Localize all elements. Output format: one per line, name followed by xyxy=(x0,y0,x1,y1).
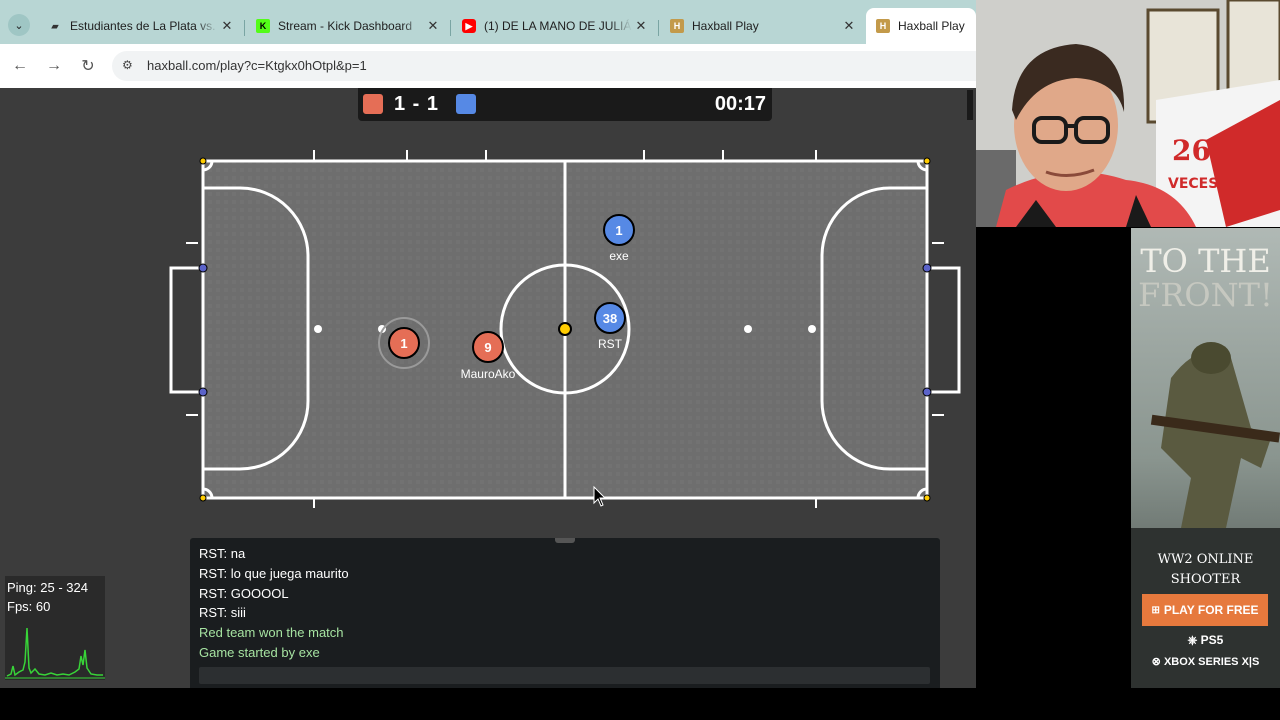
tab-kick-dashboard[interactable]: K Stream - Kick Dashboard ✕ xyxy=(246,10,448,42)
ad-platform-xbox: ⊗ XBOX SERIES X|S xyxy=(1131,655,1280,668)
ping-text: Ping: 25 - 324 xyxy=(7,580,88,595)
tab-title: Haxball Play xyxy=(692,19,759,33)
url-text: haxball.com/play?c=Ktgkx0hOtpl&p=1 xyxy=(147,58,367,73)
reload-icon: ↻ xyxy=(81,58,95,75)
ad-subtitle: WW2 ONLINE SHOOTER xyxy=(1131,550,1280,590)
close-icon[interactable]: ✕ xyxy=(840,18,858,34)
back-button[interactable]: ← xyxy=(8,54,32,78)
tab-haxball-active[interactable]: H Haxball Play xyxy=(866,8,976,44)
advertisement[interactable]: TO THE FRONT! WW2 ONLINE SHOOTER ⊞ PLAY … xyxy=(1131,228,1280,688)
tab-separator xyxy=(450,20,451,36)
chat-resize-handle[interactable] xyxy=(555,538,575,543)
tab-title: (1) DE LA MANO DE JULIÁN xyxy=(484,19,632,33)
player-number: 1 xyxy=(400,336,407,351)
forward-button[interactable]: → xyxy=(42,54,66,78)
ad-platform-xbox-label: XBOX SERIES X|S xyxy=(1163,656,1260,668)
svg-text:VECES: VECES xyxy=(1168,176,1218,192)
tab-title: Haxball Play xyxy=(898,19,965,33)
chat-notice: Red team won the match xyxy=(199,625,344,641)
site-settings-icon[interactable]: ⚙ xyxy=(122,58,133,72)
player-name: exe xyxy=(609,249,629,263)
haxball-game[interactable]: 1 - 1 00:17 1 9 MauroAko 1 exe 38 RST RS… xyxy=(0,88,976,688)
address-bar[interactable]: ⚙ haxball.com/play?c=Ktgkx0hOtpl&p=1 xyxy=(112,51,976,81)
svg-text:26: 26 xyxy=(1172,134,1211,167)
ad-subtitle-line2: SHOOTER xyxy=(1170,572,1241,587)
chat-message: RST: siii xyxy=(199,605,246,621)
chat-notice: Game started by exe xyxy=(199,644,320,660)
ball xyxy=(558,322,572,336)
pitch: 1 9 MauroAko 1 exe 38 RST xyxy=(169,150,961,508)
tab-title: Estudiantes de La Plata vs. R xyxy=(70,19,218,33)
player-name: MauroAko xyxy=(461,367,516,381)
ad-cta-label: PLAY FOR FREE xyxy=(1163,603,1259,617)
tab-strip: ⌄ ▰ Estudiantes de La Plata vs. R ✕ K St… xyxy=(0,6,976,44)
webcam-feed: 26 VECES xyxy=(976,0,1280,227)
ad-headline-line2: FRONT! xyxy=(1138,276,1273,314)
chat-message: RST: na xyxy=(199,546,246,561)
reload-button[interactable]: ↻ xyxy=(76,54,100,78)
webcam-overlay: 26 VECES xyxy=(976,0,1280,227)
ad-platform-ps5-label: PS5 xyxy=(1200,633,1224,647)
fps-text: Fps: 60 xyxy=(7,599,51,614)
chat-log: RST: na RST: lo que juega maurito RST: G… xyxy=(199,544,349,663)
youtube-icon: ▶ xyxy=(462,19,476,33)
tv-icon: ▰ xyxy=(51,20,59,31)
close-icon[interactable]: ✕ xyxy=(218,18,236,34)
arrow-right-icon: → xyxy=(46,57,62,74)
player-name: RST xyxy=(598,337,623,351)
tab-title: Stream - Kick Dashboard xyxy=(278,19,413,33)
windows-icon: ⊞ xyxy=(1151,604,1160,616)
player-number: 1 xyxy=(615,223,622,238)
tab-separator xyxy=(658,20,659,36)
ad-subtitle-line1: WW2 ONLINE xyxy=(1157,552,1254,567)
chat-message: RST: GOOOOL xyxy=(199,585,289,601)
ad-headline: TO THE FRONT! xyxy=(1131,244,1280,312)
player-blue-38: 38 RST xyxy=(594,302,626,351)
ping-graph xyxy=(5,627,105,679)
ad-play-button[interactable]: ⊞ PLAY FOR FREE xyxy=(1142,594,1268,626)
tab-separator xyxy=(244,20,245,36)
ad-platform-ps5: ⎈ PS5 xyxy=(1131,633,1280,648)
chat-panel: RST: na RST: lo que juega maurito RST: G… xyxy=(190,538,940,688)
tab-haxball-1[interactable]: H Haxball Play ✕ xyxy=(660,10,864,42)
ad-headline-line1: TO THE xyxy=(1140,242,1271,280)
arrow-left-icon: ← xyxy=(12,57,28,74)
tab-youtube[interactable]: ▶ (1) DE LA MANO DE JULIÁN ✕ xyxy=(452,10,656,42)
chat-input[interactable] xyxy=(199,667,930,684)
haxball-icon: H xyxy=(876,19,890,33)
network-stats: Ping: 25 - 324 Fps: 60 xyxy=(5,576,105,680)
close-icon[interactable]: ✕ xyxy=(632,18,650,34)
playstation-icon: ⎈ xyxy=(1187,633,1198,647)
player-number: 38 xyxy=(603,311,617,326)
xbox-icon: ⊗ xyxy=(1151,656,1161,668)
close-icon[interactable]: ✕ xyxy=(424,18,442,34)
haxball-icon: H xyxy=(670,19,684,33)
chevron-down-icon: ⌄ xyxy=(14,19,24,32)
player-number: 9 xyxy=(484,340,491,355)
toolbar: ← → ↻ ⚙ haxball.com/play?c=Ktgkx0hOtpl&p… xyxy=(0,44,976,88)
kick-icon: K xyxy=(256,19,270,33)
chat-message: RST: lo que juega maurito xyxy=(199,565,349,581)
tab-estudiantes[interactable]: ▰ Estudiantes de La Plata vs. R ✕ xyxy=(38,10,242,42)
tab-search-button[interactable]: ⌄ xyxy=(8,14,30,36)
